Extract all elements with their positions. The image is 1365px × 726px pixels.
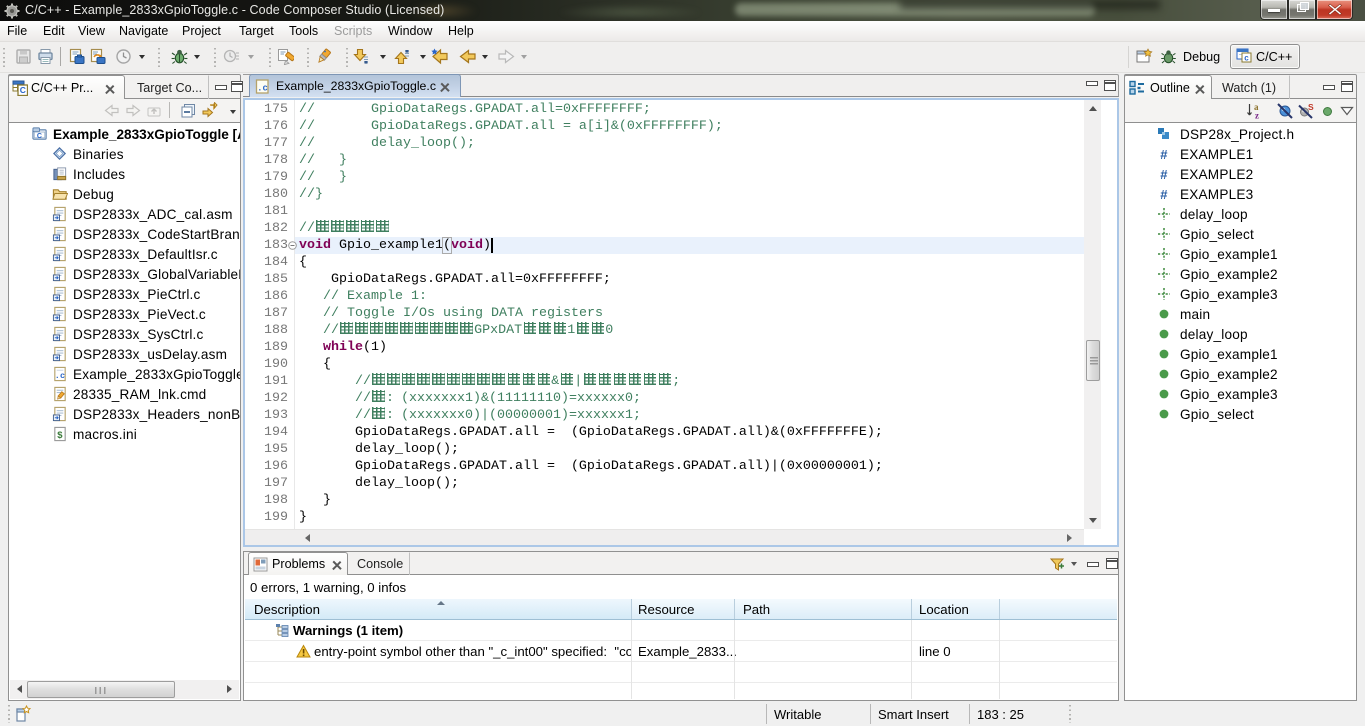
svg-text:.c: .c [257,84,268,94]
svg-text:c: c [1244,54,1249,63]
svg-text:#: # [1160,147,1168,162]
svg-text:#: # [1160,187,1168,202]
svg-text:#: # [1160,167,1168,182]
svg-text:$: $ [57,429,63,440]
svg-text:z: z [1255,111,1259,121]
svg-text:.c: .c [55,371,66,381]
svg-text:C: C [37,133,42,140]
svg-text:C: C [20,85,26,95]
svg-text:S: S [1308,102,1314,112]
